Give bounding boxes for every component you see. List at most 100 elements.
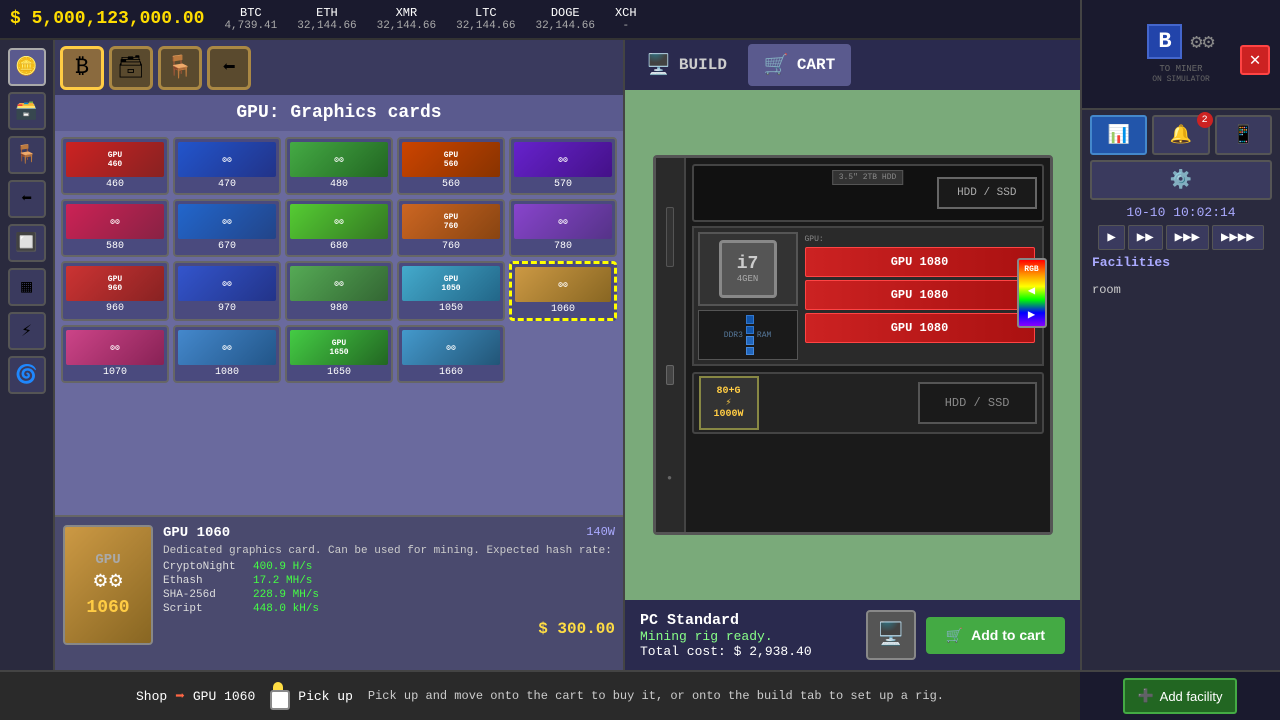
ram-stick-3	[746, 336, 754, 345]
gpu-card-760[interactable]: GPU760 760	[397, 199, 505, 257]
crypto-ticker: BTC 4,739.41 ETH 32,144.66 XMR 32,144.66…	[224, 6, 636, 32]
detail-gpu-image: GPU ⚙ ⚙ 1060	[63, 525, 153, 645]
hash-table: CryptoNight 400.9 H/s Ethash 17.2 MH/s S…	[163, 561, 615, 615]
ddr-label: DDR3	[724, 331, 743, 340]
gpu-card-1050[interactable]: GPU1050 1050	[397, 261, 505, 321]
tab-chair[interactable]: 🪑	[158, 46, 202, 90]
ram-label: RAM	[757, 331, 771, 340]
ram-stick-2	[746, 326, 754, 335]
shop-header-tabs: ₿ 🗃 🪑 ⬅	[55, 40, 623, 95]
tab-build[interactable]: 🖥️ BUILD	[630, 44, 743, 86]
build-tabs: 🖥️ BUILD 🛒 CART	[625, 40, 1080, 90]
gpu-card-670[interactable]: ⚙⚙ 670	[173, 199, 281, 257]
add-facility-section: ➕ Add facility	[1080, 670, 1280, 720]
sidebar-ram-icon[interactable]: ▦	[8, 268, 46, 306]
pickup-cursor-icon	[270, 682, 290, 710]
sidebar-hdd-icon[interactable]: 🗃️	[8, 92, 46, 130]
notifications-icon[interactable]: 🔔 2	[1152, 115, 1209, 155]
gpu-card-560[interactable]: GPU560 560	[397, 137, 505, 195]
hash-val: 400.9 H/s	[253, 561, 312, 573]
doge-ticker: DOGE 32,144.66	[536, 6, 595, 32]
detail-description: Dedicated graphics card. Can be used for…	[163, 545, 615, 557]
stats-icon[interactable]: 📊	[1090, 115, 1147, 155]
pc-case: ● 3.5" 2TB HDD HDD / SSD i7	[653, 155, 1053, 535]
help-text: Pick up and move onto the cart to buy it…	[368, 689, 944, 703]
sidebar-cpu-icon[interactable]: 🔲	[8, 224, 46, 262]
brand-subtitle: TO MINERON SIMULATOR	[1152, 64, 1210, 84]
gpu-card-980[interactable]: ⚙⚙ 980	[285, 261, 393, 321]
pc-side-panel: ●	[656, 158, 686, 532]
gpu-card-460[interactable]: GPU460 460	[61, 137, 169, 195]
hdd-badge: 3.5" 2TB HDD	[832, 170, 904, 185]
build-panel: 🖥️ BUILD 🛒 CART ● 3.5" 2TB HDD	[625, 40, 1080, 670]
sidebar-back-icon[interactable]: ⬅	[8, 180, 46, 218]
mobile-icon[interactable]: 📱	[1215, 115, 1272, 155]
detail-price: $ 300.00	[163, 620, 615, 638]
settings-icon[interactable]: ⚙️	[1090, 160, 1272, 200]
gpu-card-570[interactable]: ⚙⚙ 570	[509, 137, 617, 195]
hdd-top-label: HDD / SSD	[937, 177, 1036, 209]
gpu-card-1060[interactable]: ⚙⚙ 1060	[509, 261, 617, 321]
gpu-card-1650[interactable]: GPU1650 1650	[285, 325, 393, 383]
gpu-card-1080[interactable]: ⚙⚙ 1080	[173, 325, 281, 383]
ram-stick-1	[746, 315, 754, 324]
hash-val: 17.2 MH/s	[253, 575, 312, 587]
tab-cart[interactable]: 🛒 CART	[748, 44, 851, 86]
bottom-bar: Shop ➡ GPU 1060 Pick up Pick up and move…	[0, 670, 1080, 720]
gpu-card-960[interactable]: GPU960 960	[61, 261, 169, 321]
room-item: room	[1092, 280, 1270, 300]
hash-val: 228.9 MH/s	[253, 589, 319, 601]
sidebar-cooling-icon[interactable]: 🌀	[8, 356, 46, 394]
drive-bays	[666, 207, 674, 267]
gpu-card-680[interactable]: ⚙⚙ 680	[285, 199, 393, 257]
play-btn[interactable]: ▶	[1098, 225, 1124, 250]
gpu-card-780[interactable]: ⚙⚙ 780	[509, 199, 617, 257]
tab-hdd[interactable]: 🗃	[109, 46, 153, 90]
gpu-card-1070[interactable]: ⚙⚙ 1070	[61, 325, 169, 383]
psu-hdd-label: HDD / SSD	[918, 382, 1037, 424]
algo-label: Ethash	[163, 575, 243, 587]
detail-watts: 140W	[586, 525, 615, 541]
sidebar-chair-icon[interactable]: 🪑	[8, 136, 46, 174]
hash-row-sha256d: SHA-256d 228.9 MH/s	[163, 589, 615, 601]
detail-info: GPU 1060 140W Dedicated graphics card. C…	[163, 525, 615, 662]
tab-back[interactable]: ⬅	[207, 46, 251, 90]
pickup-area: Pick up	[270, 682, 353, 710]
fastest-btn[interactable]: ▶▶▶▶	[1212, 225, 1264, 250]
right-icons-row1: 📊 🔔 2 📱	[1090, 115, 1272, 155]
pc-cost: Total cost: $ 2,938.40	[640, 644, 856, 659]
detail-gpu-name: GPU 1060	[163, 525, 230, 541]
add-facility-button[interactable]: ➕ Add facility	[1123, 678, 1236, 714]
gpu-card-470[interactable]: ⚙⚙ 470	[173, 137, 281, 195]
gpu-card-970[interactable]: ⚙⚙ 970	[173, 261, 281, 321]
pc-main: 3.5" 2TB HDD HDD / SSD i7 4GEN	[686, 158, 1050, 532]
pc-name: PC Standard	[640, 612, 856, 629]
right-icons-row2: ⚙️	[1090, 160, 1272, 200]
gpu-slot-2: GPU 1080	[805, 280, 1035, 310]
pc-info-text: PC Standard Mining rig ready. Total cost…	[640, 612, 856, 659]
algo-label: Script	[163, 603, 243, 615]
psu-badge: 80+G⚡1000W	[699, 376, 759, 430]
gpu-card-580[interactable]: ⚙⚙ 580	[61, 199, 169, 257]
add-to-cart-button[interactable]: 🛒 Add to cart	[926, 617, 1065, 654]
server-icon-button[interactable]: 🖥️	[866, 610, 916, 660]
facilities-section: room	[1082, 275, 1280, 305]
faster-btn[interactable]: ▶▶▶	[1166, 225, 1209, 250]
hash-row-cryptonight: CryptoNight 400.9 H/s	[163, 561, 615, 573]
gpu-card-480[interactable]: ⚙⚙ 480	[285, 137, 393, 195]
fast-btn[interactable]: ▶▶	[1128, 225, 1163, 250]
pc-info: PC Standard Mining rig ready. Total cost…	[625, 600, 1080, 670]
ram-stick-4	[746, 347, 754, 356]
tab-bitcoin[interactable]: ₿	[60, 46, 104, 90]
sidebar-power-icon[interactable]: ⚡	[8, 312, 46, 350]
cart-icon-btn: 🛒	[946, 627, 963, 644]
close-button[interactable]: ✕	[1240, 45, 1270, 75]
gpu-card-1660[interactable]: ⚙⚙ 1660	[397, 325, 505, 383]
gpu-slot-label: GPU:	[805, 235, 1035, 244]
pickup-label: Pick up	[298, 689, 353, 704]
xch-ticker: XCH -	[615, 6, 637, 32]
cpu-label: i7	[737, 254, 759, 274]
sidebar-shop-icon[interactable]: 🪙	[8, 48, 46, 86]
notification-badge: 2	[1197, 112, 1213, 128]
speed-controls: ▶ ▶▶ ▶▶▶ ▶▶▶▶	[1082, 225, 1280, 250]
